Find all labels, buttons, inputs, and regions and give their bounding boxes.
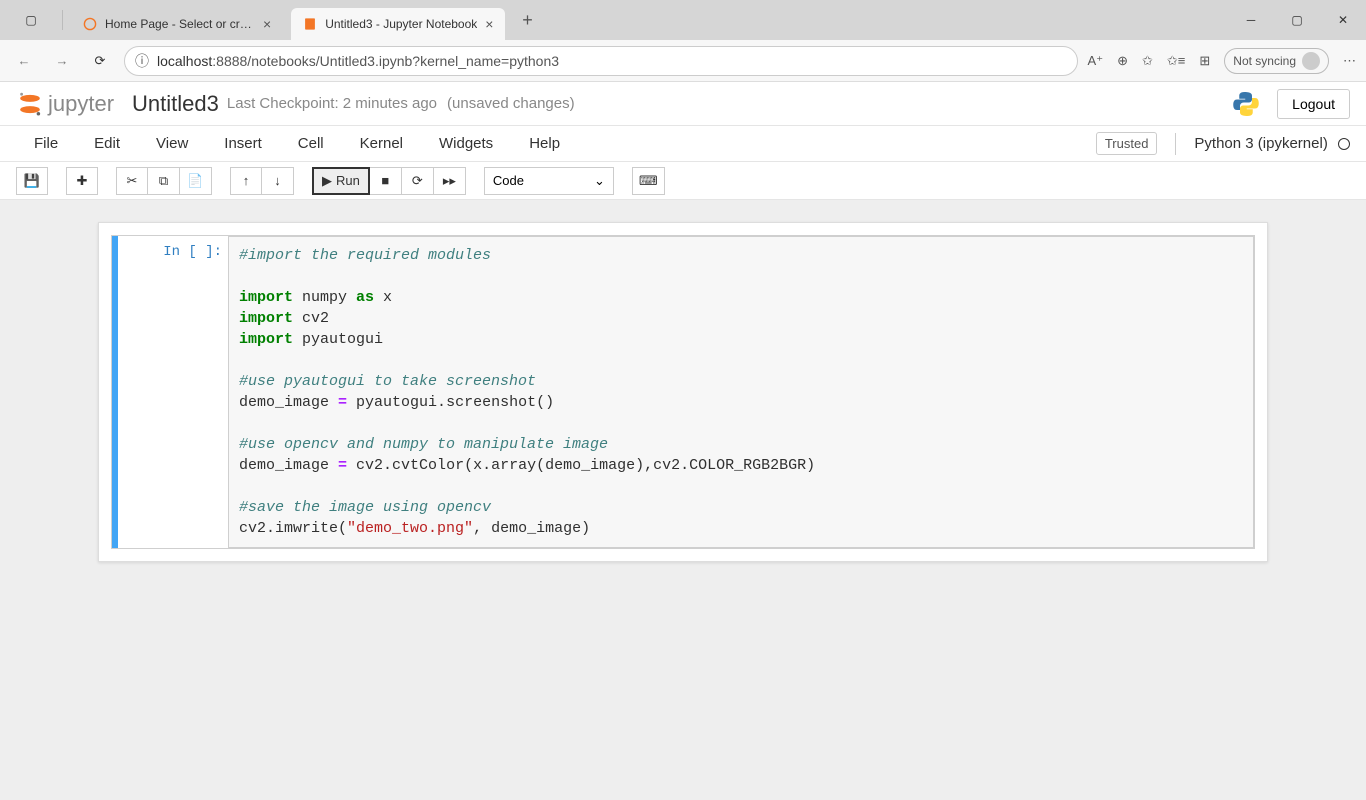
- paste-button[interactable]: 📄: [180, 167, 212, 195]
- menu-edit[interactable]: Edit: [76, 135, 138, 152]
- menu-file[interactable]: File: [16, 135, 76, 152]
- jupyter-fav-icon: [83, 17, 97, 31]
- maximize-button[interactable]: ▢: [1274, 0, 1320, 40]
- notebook-title[interactable]: Untitled3: [132, 91, 219, 117]
- cut-button[interactable]: ✂: [116, 167, 148, 195]
- info-icon: ⓘ: [135, 51, 149, 71]
- notebook-container: In [ ]: #import the required modules imp…: [98, 222, 1268, 562]
- kernel-idle-icon: [1338, 138, 1350, 150]
- jupyter-brand: jupyter: [48, 91, 114, 117]
- notebook-toolbar: 💾 ✚ ✂ ⧉ 📄 ↑ ↓ ▶ Run ■ ⟳ ▸▸ Code ⌄ ⌨: [0, 162, 1366, 200]
- browser-toolbar: ← → ⟳ ⓘ localhost:8888/notebooks/Untitle…: [0, 40, 1366, 82]
- browser-tab-home[interactable]: Home Page - Select or create a n ×: [71, 8, 283, 40]
- code-editor[interactable]: #import the required modules import nump…: [228, 236, 1254, 548]
- code-cell[interactable]: In [ ]: #import the required modules imp…: [111, 235, 1255, 549]
- restart-run-all-button[interactable]: ▸▸: [434, 167, 466, 195]
- favorite-icon[interactable]: ✩: [1142, 53, 1153, 69]
- profile-avatar: [1302, 52, 1320, 70]
- kernel-label: Python 3 (ipykernel): [1194, 135, 1327, 152]
- kernel-name[interactable]: Python 3 (ipykernel): [1194, 135, 1350, 152]
- menu-cell[interactable]: Cell: [280, 135, 342, 152]
- restart-button[interactable]: ⟳: [402, 167, 434, 195]
- browser-titlebar: ▢ Home Page - Select or create a n × Unt…: [0, 0, 1366, 40]
- command-palette-button[interactable]: ⌨: [632, 167, 665, 195]
- chevron-down-icon: ⌄: [594, 173, 605, 189]
- python-logo-icon: [1231, 89, 1261, 119]
- browser-tab-notebook[interactable]: Untitled3 - Jupyter Notebook ×: [291, 8, 505, 40]
- notebook-scroll-area[interactable]: In [ ]: #import the required modules imp…: [0, 200, 1366, 800]
- run-button[interactable]: ▶ Run: [312, 167, 370, 195]
- input-prompt: In [ ]:: [118, 236, 228, 548]
- menu-widgets[interactable]: Widgets: [421, 135, 511, 152]
- notebook-header: jupyter Untitled3 Last Checkpoint: 2 min…: [0, 82, 1366, 126]
- tab-title: Untitled3 - Jupyter Notebook: [325, 17, 477, 31]
- interrupt-button[interactable]: ■: [370, 167, 402, 195]
- move-up-button[interactable]: ↑: [230, 167, 262, 195]
- back-button[interactable]: ←: [10, 47, 38, 75]
- logout-button[interactable]: Logout: [1277, 89, 1350, 119]
- divider: [1175, 133, 1176, 155]
- notebook-fav-icon: [303, 17, 317, 31]
- sync-status[interactable]: Not syncing: [1224, 48, 1329, 74]
- insert-cell-button[interactable]: ✚: [66, 167, 98, 195]
- cell-type-label: Code: [493, 173, 524, 188]
- forward-button[interactable]: →: [48, 47, 76, 75]
- run-label: Run: [336, 173, 360, 188]
- notebook-menubar: File Edit View Insert Cell Kernel Widget…: [0, 126, 1366, 162]
- refresh-button[interactable]: ⟳: [86, 47, 114, 75]
- favorites-bar-icon[interactable]: ✩≡: [1167, 53, 1185, 69]
- tab-title: Home Page - Select or create a n: [105, 17, 255, 31]
- address-bar[interactable]: ⓘ localhost:8888/notebooks/Untitled3.ipy…: [124, 46, 1078, 76]
- url-host: localhost: [157, 53, 212, 69]
- sync-label: Not syncing: [1233, 54, 1296, 68]
- jupyter-logo[interactable]: jupyter: [16, 90, 114, 118]
- close-window-button[interactable]: ✕: [1320, 0, 1366, 40]
- menu-icon[interactable]: ⋯: [1343, 53, 1356, 69]
- trusted-indicator[interactable]: Trusted: [1096, 132, 1158, 155]
- collections-icon[interactable]: ⊞: [1199, 53, 1210, 69]
- read-aloud-icon[interactable]: A⁺: [1088, 53, 1104, 69]
- tab-actions-icon[interactable]: ▢: [8, 0, 54, 40]
- move-down-button[interactable]: ↓: [262, 167, 294, 195]
- divider: [62, 10, 63, 30]
- save-button[interactable]: 💾: [16, 167, 48, 195]
- checkpoint-status: Last Checkpoint: 2 minutes ago: [227, 95, 437, 112]
- menu-insert[interactable]: Insert: [206, 135, 280, 152]
- cell-type-select[interactable]: Code ⌄: [484, 167, 614, 195]
- new-tab-button[interactable]: +: [513, 10, 541, 31]
- close-icon[interactable]: ×: [263, 16, 271, 32]
- close-icon[interactable]: ×: [485, 16, 493, 32]
- copy-button[interactable]: ⧉: [148, 167, 180, 195]
- menu-help[interactable]: Help: [511, 135, 578, 152]
- menu-kernel[interactable]: Kernel: [342, 135, 421, 152]
- menu-view[interactable]: View: [138, 135, 206, 152]
- url-path: :8888/notebooks/Untitled3.ipynb?kernel_n…: [212, 53, 559, 69]
- zoom-icon[interactable]: ⊕: [1117, 53, 1128, 69]
- minimize-button[interactable]: ─: [1228, 0, 1274, 40]
- unsaved-status: (unsaved changes): [447, 95, 575, 112]
